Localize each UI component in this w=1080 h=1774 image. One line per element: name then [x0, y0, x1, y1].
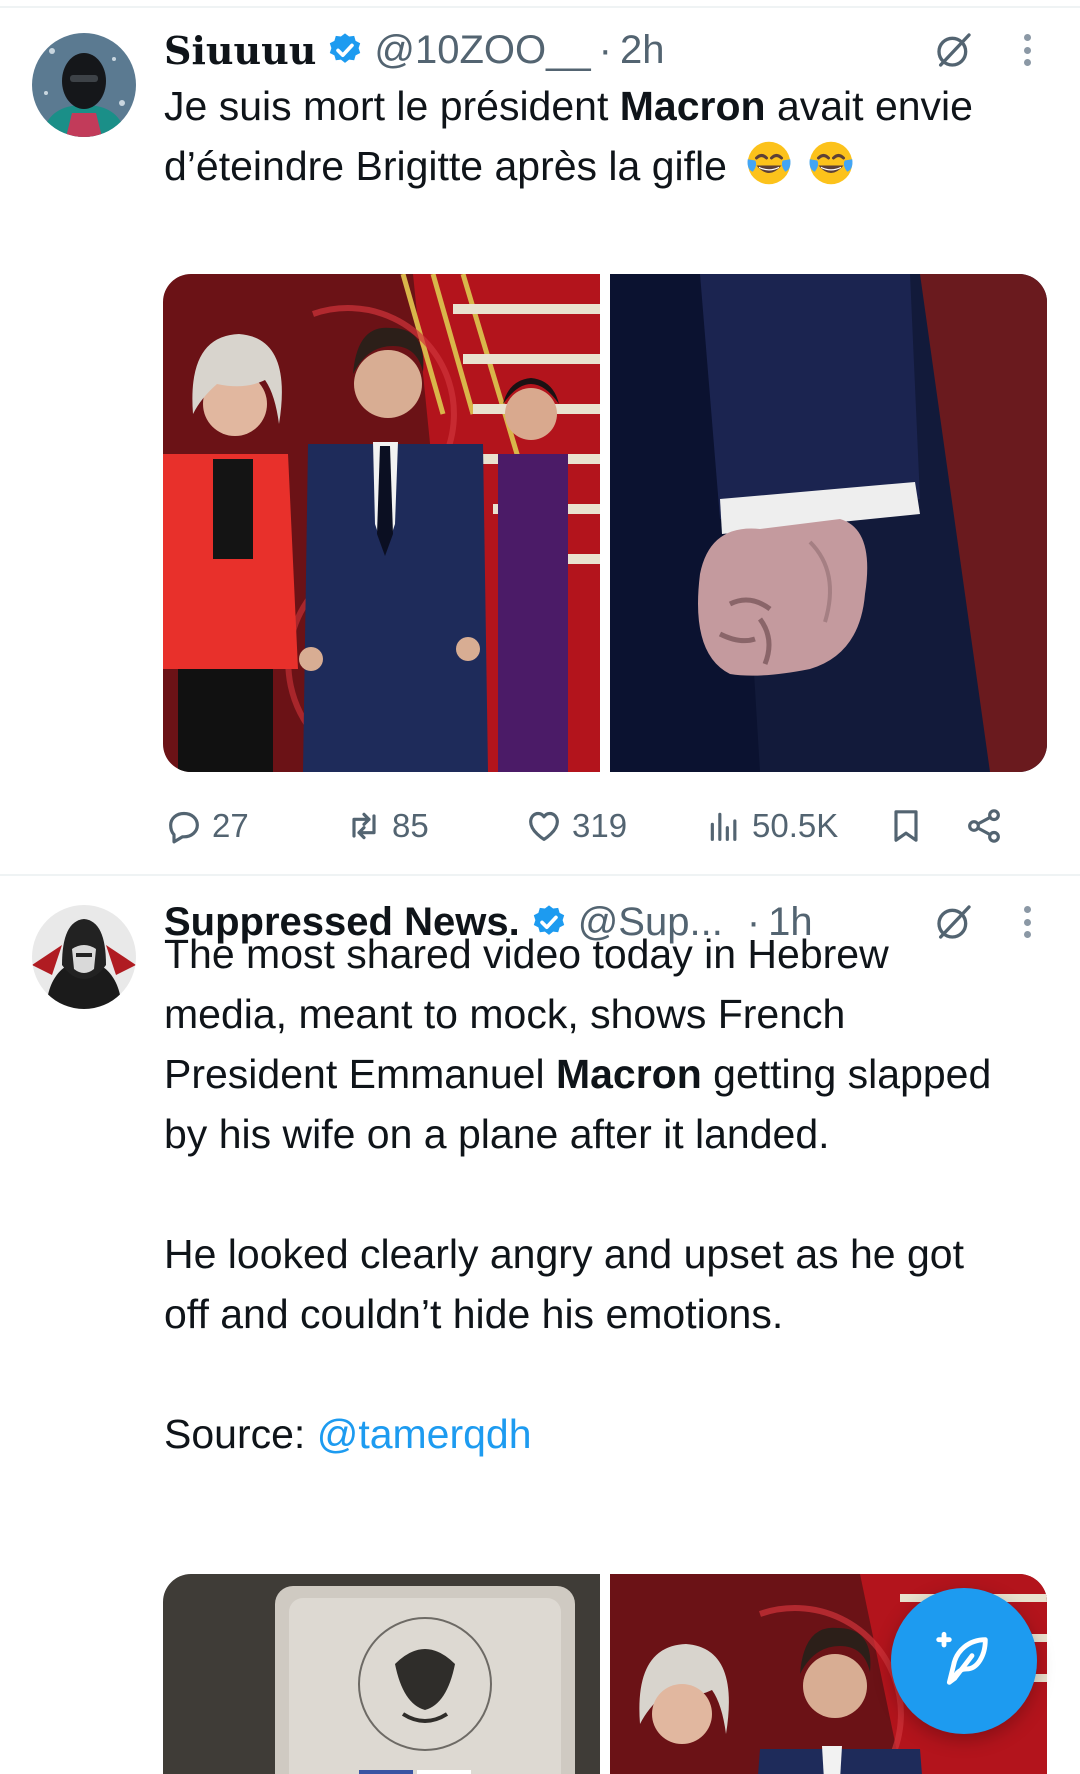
face-with-tears-of-joy-icon [747, 141, 791, 185]
tweet-text-highlight: Macron [555, 1051, 702, 1097]
more-options-icon[interactable] [1012, 26, 1042, 74]
timestamp[interactable]: 2h [620, 28, 665, 73]
share-button[interactable] [964, 800, 1004, 852]
tweet-header: Siuuuu @10ZOO__ · 2h [164, 24, 1052, 76]
feather-plus-icon [936, 1631, 988, 1685]
reply-count: 27 [212, 807, 249, 844]
display-name[interactable]: Siuuuu [164, 28, 316, 73]
tweet-actions: 27 85 319 50.5K [164, 800, 1034, 852]
bookmark-icon [894, 810, 918, 842]
heart-icon [529, 811, 559, 841]
like-button[interactable]: 319 [524, 800, 627, 852]
repost-icon [352, 812, 376, 840]
source-mention-link[interactable]: @tamerqdh [317, 1411, 532, 1457]
face-with-tears-of-joy-icon [809, 141, 853, 185]
handle[interactable]: @10ZOO__ [374, 28, 590, 73]
like-count: 319 [572, 807, 628, 844]
source-label: Source: [164, 1411, 317, 1457]
tweet-text-highlight: Macron [619, 83, 766, 129]
avatar[interactable] [32, 905, 136, 1009]
view-count: 50.5K [752, 807, 839, 844]
views-button[interactable]: 50.5K [704, 800, 838, 852]
views-icon [710, 812, 737, 841]
tweet-text: The most shared video today in Hebrew me… [164, 924, 1020, 1464]
presidential-plane-door-seal-photo[interactable] [163, 1574, 600, 1774]
repost-count: 85 [392, 807, 429, 844]
clenched-fist-closeup-photo[interactable] [610, 274, 1047, 772]
compose-post-button[interactable] [891, 1588, 1037, 1734]
separator-dot: · [598, 27, 612, 72]
tweet-source-line: Source: @tamerqdh [164, 1404, 1020, 1464]
brigitte-and-macron-walking-photo[interactable] [163, 274, 600, 772]
tweet-paragraph: He looked clearly angry and upset as he … [164, 1231, 965, 1337]
media-grid [163, 274, 1047, 772]
bookmark-button[interactable] [886, 800, 926, 852]
tweet-text-part: Je suis mort le président [164, 83, 620, 129]
reply-button[interactable]: 27 [164, 800, 249, 852]
avatar[interactable] [32, 33, 136, 137]
reply-icon [169, 811, 199, 844]
verified-badge-icon [330, 33, 361, 63]
grok-icon[interactable] [934, 30, 974, 70]
repost-button[interactable]: 85 [344, 800, 429, 852]
tweet-paragraph: The most shared video today in Hebrew me… [164, 924, 1020, 1164]
tweet-siuuuu[interactable]: Siuuuu @10ZOO__ · 2h Je suis mort le pré… [0, 0, 1080, 876]
share-icon [968, 809, 1000, 843]
tweet-text: Je suis mort le président Macron avait e… [164, 76, 1020, 196]
